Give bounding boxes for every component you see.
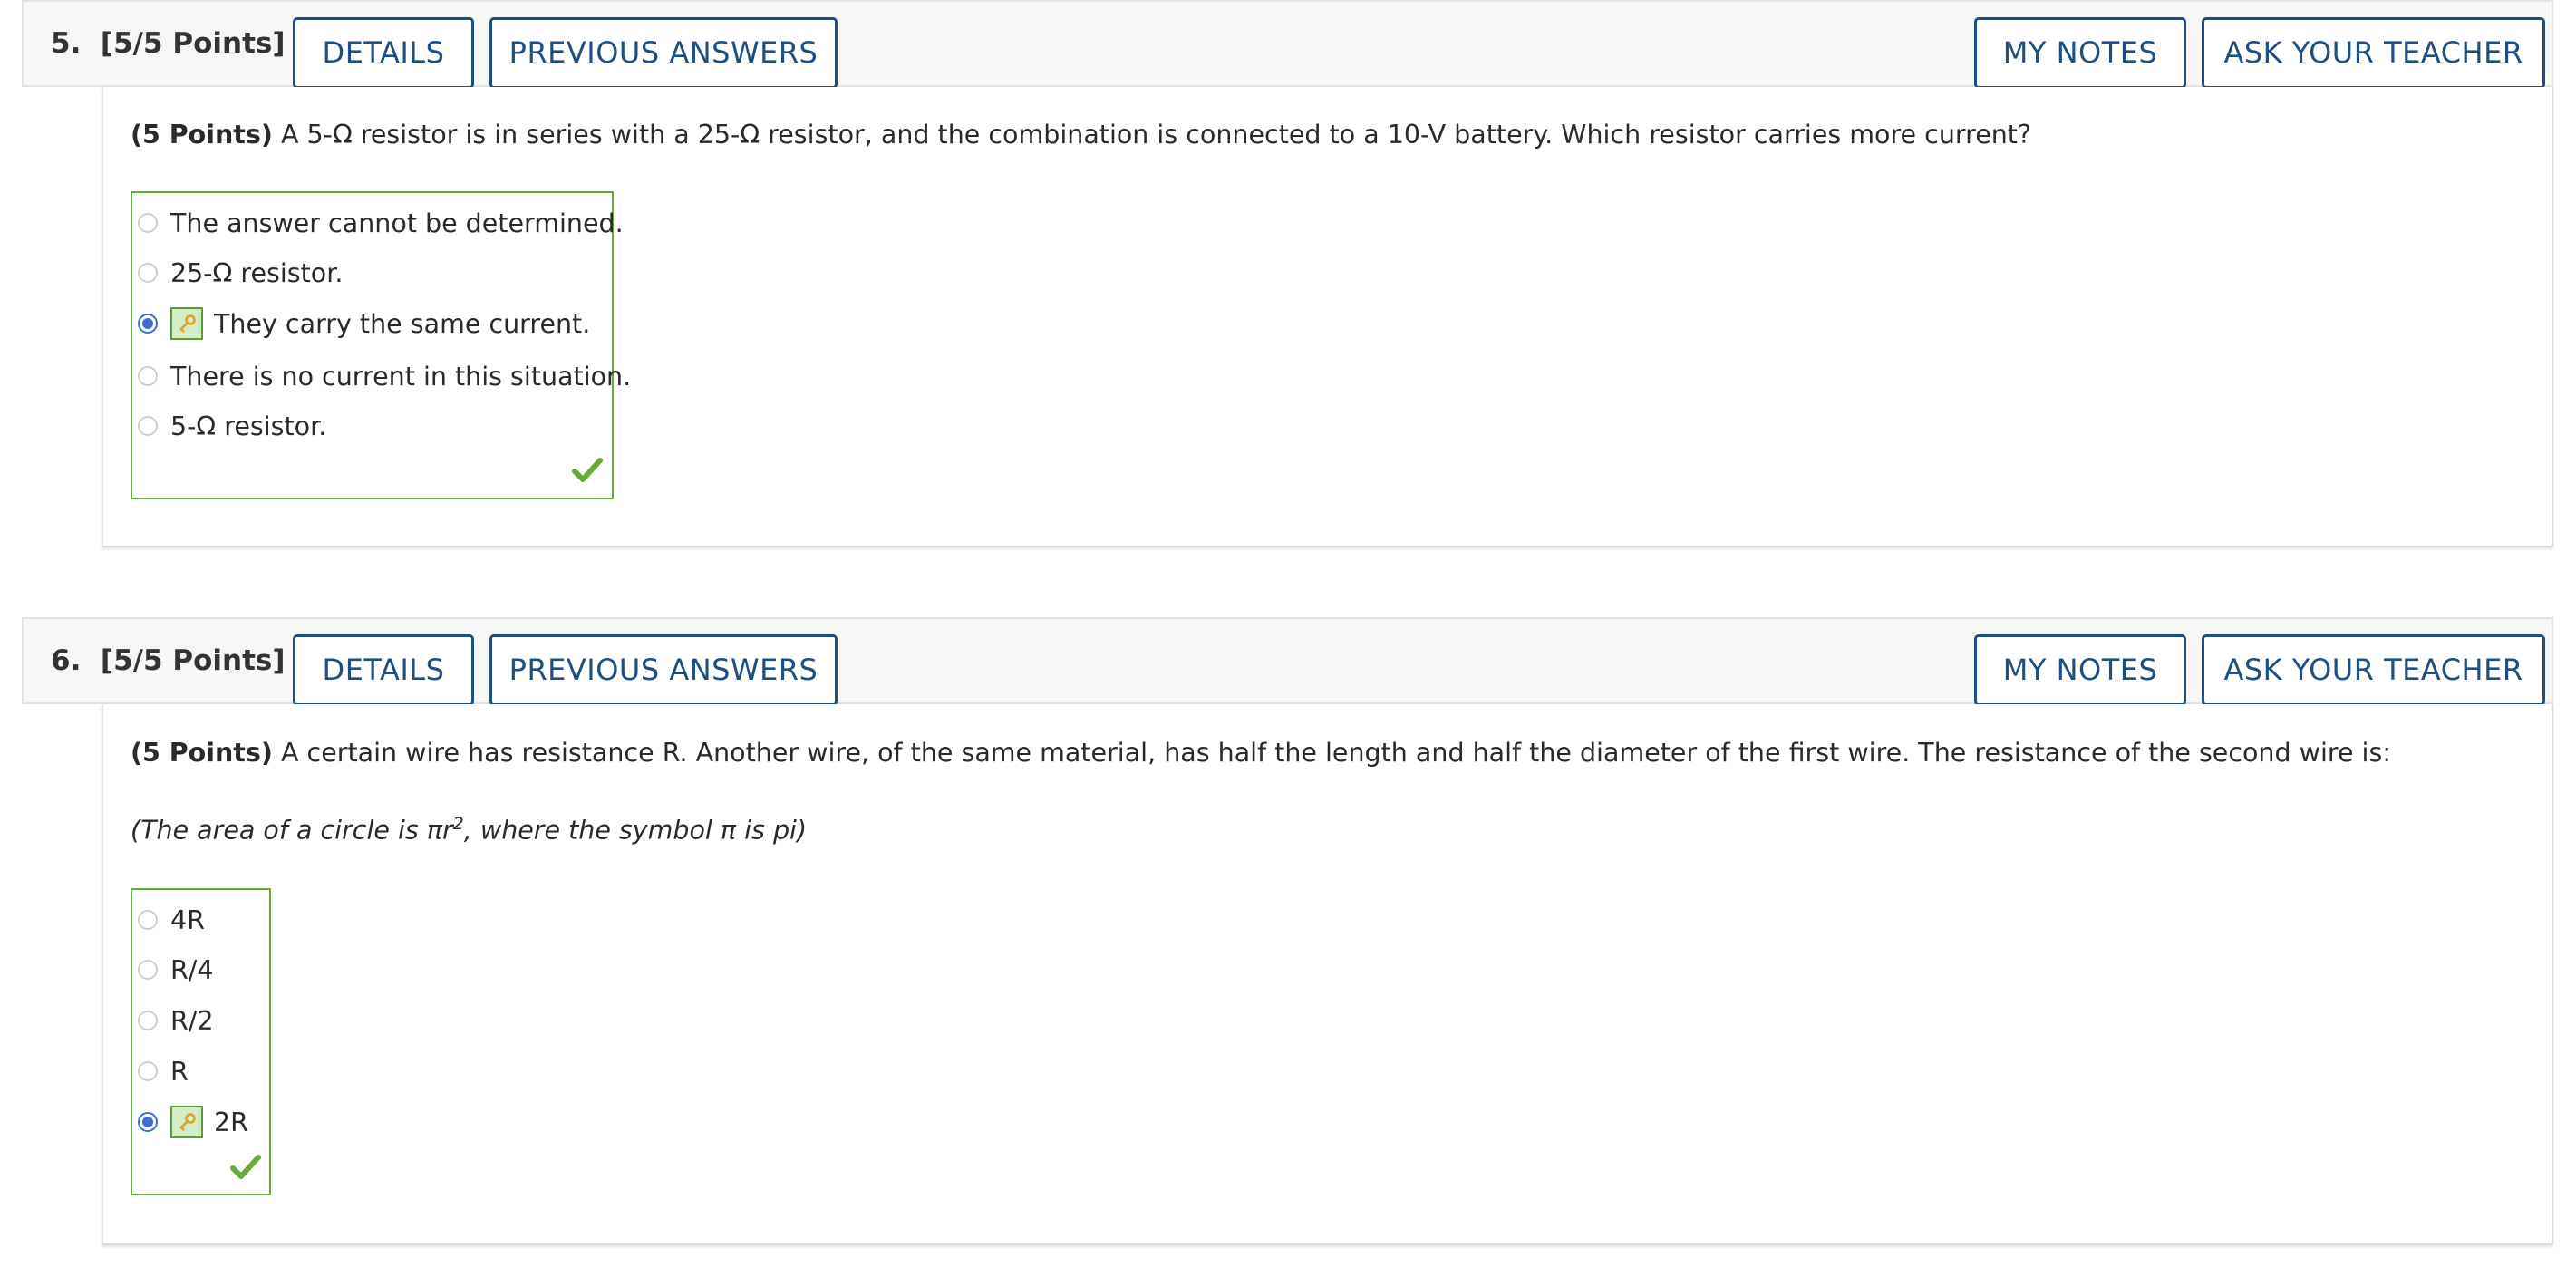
radio-button[interactable]	[138, 910, 158, 930]
choice-option[interactable]: R/2	[132, 1002, 214, 1039]
radio-button-selected[interactable]	[138, 1112, 158, 1132]
choice-option[interactable]: There is no current in this situation.	[132, 358, 631, 394]
question-prompt: (5 Points) A certain wire has resistance…	[131, 738, 2391, 768]
details-button[interactable]: DETAILS	[293, 17, 474, 89]
choice-option[interactable]: 5-Ω resistor.	[132, 408, 326, 444]
choice-option[interactable]: The answer cannot be determined.	[132, 205, 624, 241]
radio-button[interactable]	[138, 416, 158, 436]
question-body: (5 Points) A 5-Ω resistor is in series w…	[102, 87, 2553, 547]
choice-option[interactable]: R	[132, 1053, 189, 1089]
checkmark-icon	[572, 458, 603, 482]
choice-option[interactable]: R/4	[132, 952, 214, 988]
prompt-text: A 5-Ω resistor is in series with a 25-Ω …	[272, 120, 2032, 150]
question-label: 5. [5/5 Points]	[51, 27, 286, 60]
choice-label: 5-Ω resistor.	[170, 411, 327, 441]
answer-choices: 4R R/4 R/2 R 2R	[131, 888, 271, 1195]
ask-your-teacher-button[interactable]: ASK YOUR TEACHER	[2202, 17, 2545, 89]
key-icon	[170, 307, 203, 340]
points-prefix: (5 Points)	[131, 738, 273, 768]
checkmark-icon	[230, 1155, 261, 1179]
choice-label: They carry the same current.	[214, 308, 591, 339]
previous-answers-button[interactable]: PREVIOUS ANSWERS	[489, 17, 838, 89]
radio-button[interactable]	[138, 263, 158, 283]
radio-button[interactable]	[138, 366, 158, 386]
radio-button[interactable]	[138, 213, 158, 233]
question-body: (5 Points) A certain wire has resistance…	[102, 704, 2553, 1245]
my-notes-button[interactable]: MY NOTES	[1974, 634, 2186, 706]
previous-answers-button[interactable]: PREVIOUS ANSWERS	[489, 634, 838, 706]
choice-label: 2R	[214, 1107, 248, 1137]
question-label: 6. [5/5 Points]	[51, 644, 286, 677]
question-note: (The area of a circle is πr2, where the …	[131, 814, 807, 846]
choice-label: R/4	[170, 954, 214, 985]
choice-label: The answer cannot be determined.	[170, 208, 624, 238]
choice-label: R	[170, 1056, 189, 1087]
key-icon	[170, 1106, 203, 1138]
prompt-text: A certain wire has resistance R. Another…	[272, 738, 2391, 768]
note-text-end: , where the symbol π is pi)	[463, 815, 808, 846]
radio-button[interactable]	[138, 960, 158, 980]
note-text: (The area of a circle is πr	[131, 815, 453, 846]
choice-label: R/2	[170, 1005, 214, 1036]
note-superscript: 2	[452, 814, 464, 834]
points-prefix: (5 Points)	[131, 120, 273, 150]
choice-option[interactable]: 4R	[132, 902, 205, 938]
choice-option[interactable]: They carry the same current.	[132, 305, 590, 342]
choice-option[interactable]: 25-Ω resistor.	[132, 255, 343, 291]
choice-label: 25-Ω resistor.	[170, 257, 344, 288]
ask-your-teacher-button[interactable]: ASK YOUR TEACHER	[2202, 634, 2545, 706]
details-button[interactable]: DETAILS	[293, 634, 474, 706]
question-header: 6. [5/5 Points] DETAILS PREVIOUS ANSWERS…	[22, 617, 2553, 706]
choice-label: There is no current in this situation.	[170, 361, 632, 392]
my-notes-button[interactable]: MY NOTES	[1974, 17, 2186, 89]
choice-option[interactable]: 2R	[132, 1104, 248, 1140]
choice-label: 4R	[170, 904, 205, 935]
question-prompt: (5 Points) A 5-Ω resistor is in series w…	[131, 120, 2031, 150]
radio-button[interactable]	[138, 1011, 158, 1030]
radio-button-selected[interactable]	[138, 314, 158, 334]
question-header: 5. [5/5 Points] DETAILS PREVIOUS ANSWERS…	[22, 0, 2553, 89]
answer-choices: The answer cannot be determined. 25-Ω re…	[131, 191, 631, 499]
radio-button[interactable]	[138, 1061, 158, 1081]
